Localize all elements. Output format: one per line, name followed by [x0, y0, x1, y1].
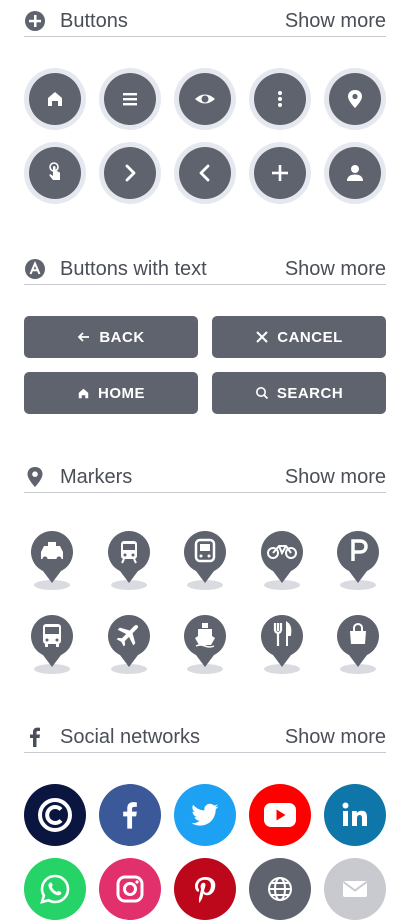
cancel-button[interactable]: CANCEL [212, 316, 386, 358]
facebook-icon [123, 802, 137, 829]
home-button-label: HOME [98, 384, 145, 402]
previous-button[interactable] [174, 142, 236, 204]
pinterest-button[interactable] [174, 858, 236, 920]
search-button[interactable]: SEARCH [212, 372, 386, 414]
linkedin-button[interactable] [324, 784, 386, 846]
plus-circle-icon [24, 10, 46, 32]
buttons-section: Buttons Show more [24, 6, 386, 37]
location-pin-icon [24, 466, 46, 488]
globe-icon [268, 877, 292, 901]
youtube-icon [264, 803, 296, 827]
location-pin-icon [348, 90, 362, 108]
arrow-left-icon [78, 332, 90, 342]
airplane-marker[interactable] [101, 612, 157, 676]
mail-icon [342, 881, 368, 897]
markers-section-header: Markers Show more [24, 462, 386, 493]
facebook-button[interactable] [99, 784, 161, 846]
copyright-logo-button[interactable] [24, 784, 86, 846]
tap-button[interactable] [24, 142, 86, 204]
location-button[interactable] [324, 68, 386, 130]
social-networks-header: Social networks Show more [24, 722, 386, 753]
bus-icon [43, 624, 61, 647]
home-text-button[interactable]: HOME [24, 372, 198, 414]
bicycle-marker[interactable] [254, 528, 310, 592]
tap-icon [49, 162, 60, 180]
cancel-button-label: CANCEL [277, 328, 343, 346]
show-more-link[interactable]: Show more [285, 726, 386, 749]
facebook-f-icon [24, 726, 46, 748]
icon-button-grid [24, 68, 386, 204]
more-vertical-icon [278, 91, 282, 107]
shopping-marker[interactable] [330, 612, 386, 676]
home-button[interactable] [24, 68, 86, 130]
website-button[interactable] [249, 858, 311, 920]
twitter-icon [191, 803, 219, 826]
section-title: Markers [60, 465, 133, 488]
mail-button[interactable] [324, 858, 386, 920]
section-title: Buttons [60, 9, 128, 32]
social-button-grid [24, 784, 386, 920]
buttons-with-text-header: Buttons with text Show more [24, 254, 386, 285]
view-button[interactable] [174, 68, 236, 130]
search-icon [255, 387, 268, 400]
tram-marker[interactable] [177, 528, 233, 592]
show-more-link[interactable]: Show more [285, 10, 386, 33]
show-more-link[interactable]: Show more [285, 258, 386, 281]
whatsapp-button[interactable] [24, 858, 86, 920]
instagram-button[interactable] [99, 858, 161, 920]
user-button[interactable] [324, 142, 386, 204]
linkedin-icon [342, 802, 367, 826]
buttons-with-text-section: Buttons with text Show more [24, 254, 386, 285]
home-icon [78, 388, 89, 398]
ferry-marker[interactable] [177, 612, 233, 676]
buttons-section-header: Buttons Show more [24, 6, 386, 37]
whatsapp-icon [40, 874, 70, 904]
close-icon [256, 331, 268, 343]
text-button-grid: BACK CANCEL HOME SEARCH [24, 316, 386, 414]
next-button[interactable] [99, 142, 161, 204]
restaurant-marker[interactable] [254, 612, 310, 676]
eye-icon [195, 94, 215, 104]
menu-icon [123, 93, 137, 106]
more-options-button[interactable] [249, 68, 311, 130]
back-button[interactable]: BACK [24, 316, 198, 358]
add-button[interactable] [249, 142, 311, 204]
parking-marker[interactable] [330, 528, 386, 592]
section-title: Buttons with text [60, 257, 207, 280]
train-marker[interactable] [101, 528, 157, 592]
menu-button[interactable] [99, 68, 161, 130]
instagram-icon [116, 875, 144, 903]
search-button-label: SEARCH [276, 384, 344, 402]
social-networks-section: Social networks Show more [24, 722, 386, 753]
section-title: Social networks [60, 725, 201, 748]
chevron-right-icon [125, 164, 136, 182]
taxi-marker[interactable] [24, 528, 80, 592]
back-button-label: BACK [99, 328, 145, 346]
marker-grid [24, 528, 386, 676]
youtube-button[interactable] [249, 784, 311, 846]
chevron-left-icon [199, 164, 210, 182]
plus-icon [272, 165, 288, 181]
bus-marker[interactable] [24, 612, 80, 676]
home-icon [48, 92, 62, 106]
copyright-logo-icon [38, 798, 72, 832]
pinterest-icon [195, 877, 216, 903]
twitter-button[interactable] [174, 784, 236, 846]
markers-section: Markers Show more [24, 462, 386, 493]
letter-a-icon [24, 258, 46, 280]
show-more-link[interactable]: Show more [285, 466, 386, 489]
user-icon [347, 165, 363, 181]
